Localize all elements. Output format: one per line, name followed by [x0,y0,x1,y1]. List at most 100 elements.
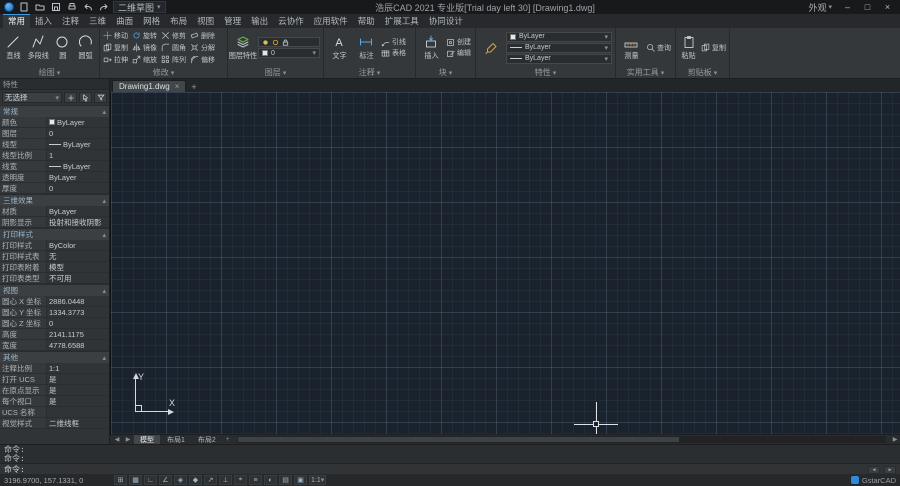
horizontal-scrollbar[interactable] [237,436,886,443]
leader-button[interactable]: 引线 [381,37,406,47]
query-button[interactable]: 查询 [646,43,671,53]
property-value[interactable]: 无 [47,251,109,261]
fillet-button[interactable]: 圆角 [161,43,190,53]
layers-panel-label[interactable]: 图层 ▾ [228,67,323,78]
property-value[interactable]: 模型 [47,262,109,272]
lineweight-select[interactable]: ByLayer ▾ [506,43,612,53]
annotation-scale-select[interactable]: 1:1 ▾ [309,475,326,485]
object-color-select[interactable]: ByLayer ▾ [506,32,612,42]
tab-annotate[interactable]: 注释 [57,14,84,28]
rotate-button[interactable]: 旋转 [132,31,161,41]
copy-clip-button[interactable]: 复制 [701,43,726,53]
select-objects-button[interactable] [79,92,92,103]
property-value[interactable]: ByLayer [47,161,109,171]
document-tab[interactable]: Drawing1.dwg × [112,80,186,92]
explode-button[interactable]: 分解 [190,43,219,53]
measure-button[interactable]: 测量 [619,35,643,61]
layer-state-toolbar[interactable] [258,37,320,47]
new-layout-button[interactable]: + [223,437,233,443]
grid-toggle[interactable]: ▦ [129,475,142,485]
move-button[interactable]: 移动 [103,31,132,41]
property-value[interactable]: 0 [47,183,109,193]
mirror-button[interactable]: 镜像 [132,43,161,53]
transparency-toggle[interactable]: ◐ [264,475,277,485]
properties-panel-label[interactable]: 特性 ▾ [476,67,615,78]
minimize-button[interactable]: – [839,1,856,13]
next-layout-icon[interactable]: ▶ [123,436,133,443]
block-panel-label[interactable]: 块 ▾ [416,67,475,78]
new-file-icon[interactable] [17,1,30,13]
property-value[interactable]: 1334.3773 [47,307,109,317]
scrollbar-thumb[interactable] [238,437,679,442]
tab-home[interactable]: 常用 [3,14,30,28]
osnap-toggle[interactable]: ◈ [174,475,187,485]
tab-output[interactable]: 输出 [246,14,273,28]
maximize-button[interactable]: □ [859,1,876,13]
arc-button[interactable]: 圆弧 [76,35,97,61]
tab-help[interactable]: 帮助 [353,14,380,28]
dimension-button[interactable]: 标注 [354,35,378,61]
property-value[interactable]: 是 [47,396,109,406]
property-value[interactable]: 1:1 [47,363,109,373]
property-value[interactable]: ByLayer [47,139,109,149]
circle-button[interactable]: 圆 [52,35,73,61]
app-logo-icon[interactable] [4,2,14,12]
property-value[interactable]: 不可用 [47,273,109,283]
create-block-button[interactable]: 创建 [446,37,471,47]
stretch-button[interactable]: 拉伸 [103,55,132,65]
close-icon[interactable]: × [175,82,180,91]
utilities-panel-label[interactable]: 实用工具 ▾ [616,67,675,78]
section-header-misc[interactable]: 其他 ▴ [0,351,109,363]
property-value[interactable]: 2141.1175 [47,329,109,339]
drawing-viewport[interactable]: Y X [110,92,900,434]
quick-properties-toggle[interactable]: ▤ [279,475,292,485]
polyline-button[interactable]: 多段线 [27,35,50,61]
section-header-general[interactable]: 常规 ▴ [0,105,109,117]
dyn-toggle[interactable]: ⌖ [234,475,247,485]
lineweight-toggle[interactable]: ≡ [249,475,262,485]
quick-select-button[interactable] [94,92,107,103]
copy-button[interactable]: 复制 [103,43,132,53]
otrack-toggle[interactable]: ↗ [204,475,217,485]
layer-properties-button[interactable]: 图层特性 [231,35,255,61]
tab-3d[interactable]: 三维 [84,14,111,28]
erase-button[interactable]: 删除 [190,31,219,41]
property-value[interactable]: ByLayer [47,172,109,182]
tab-layout2[interactable]: 布局2 [192,435,222,444]
scale-button[interactable]: 缩放 [132,55,161,65]
print-icon[interactable] [65,1,78,13]
clipboard-panel-label[interactable]: 剪贴板 ▾ [676,67,729,78]
scroll-right-icon[interactable]: ▶ [890,436,900,443]
open-file-icon[interactable] [33,1,46,13]
property-value[interactable]: 是 [47,374,109,384]
scroll-right-icon[interactable]: ▶ [884,466,896,474]
tab-collaboration[interactable]: 协同设计 [424,14,468,28]
property-value[interactable]: 二维线框 [47,418,109,428]
annotation-panel-label[interactable]: 注释 ▾ [324,67,415,78]
snap-toggle[interactable]: ⊞ [114,475,127,485]
ortho-toggle[interactable]: ∟ [144,475,157,485]
property-value[interactable]: 0 [47,318,109,328]
array-button[interactable]: 阵列 [161,55,190,65]
trim-button[interactable]: 修剪 [161,31,190,41]
scroll-left-icon[interactable]: ◀ [868,466,880,474]
tab-mesh[interactable]: 网格 [138,14,165,28]
osnap-3d-toggle[interactable]: ◆ [189,475,202,485]
tab-cloud[interactable]: 云协作 [273,14,309,28]
undo-icon[interactable] [81,1,94,13]
section-header-plot[interactable]: 打印样式 ▴ [0,228,109,240]
selection-filter-select[interactable]: 无选择 ▾ [2,92,62,103]
polar-toggle[interactable]: ∠ [159,475,172,485]
workspace-selector[interactable]: 二维草图 ▾ [113,1,166,13]
property-value[interactable]: 2886.0448 [47,296,109,306]
redo-icon[interactable] [97,1,110,13]
tab-layout[interactable]: 布局 [165,14,192,28]
draw-panel-label[interactable]: 绘图 ▾ [0,67,99,78]
offset-button[interactable]: 偏移 [190,55,219,65]
close-button[interactable]: × [879,1,896,13]
tab-surface[interactable]: 曲面 [111,14,138,28]
save-icon[interactable] [49,1,62,13]
property-value[interactable]: 投射和接收阴影 [47,217,109,227]
insert-block-button[interactable]: 插入 [419,35,443,61]
tab-express-tools[interactable]: 扩展工具 [380,14,424,28]
